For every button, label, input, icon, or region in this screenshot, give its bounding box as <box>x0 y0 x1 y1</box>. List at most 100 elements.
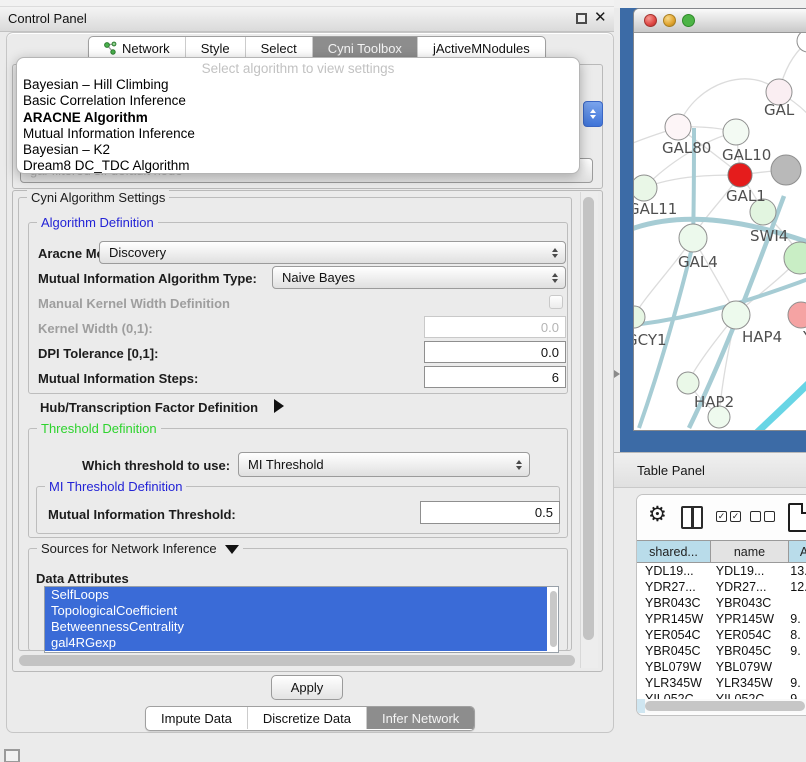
table-row[interactable]: YLR345W YLR345W 9. <box>637 675 806 691</box>
combo-stepper-icon <box>549 242 561 263</box>
list-item-selected[interactable]: SelfLoops <box>45 587 547 603</box>
table-rows: YDL19... YDL19... 13... YDR27... YDR27..… <box>637 563 806 700</box>
node-green-right[interactable] <box>784 242 806 274</box>
aracne-mode-combo[interactable]: Discovery <box>99 241 566 264</box>
apply-button-label: Apply <box>291 680 324 695</box>
close-icon[interactable]: ✕ <box>594 8 607 26</box>
manual-kernel-checkbox[interactable] <box>549 295 563 309</box>
stepper-down-icon <box>590 115 596 119</box>
table-cell: 9. <box>782 612 806 626</box>
vscrollbar-thumb[interactable] <box>583 197 594 640</box>
column-header-name[interactable]: name <box>711 541 789 563</box>
table-row[interactable]: YDR27... YDR27... 12... <box>637 579 806 595</box>
application-window: Control Panel ✕ Network Style Select Cyn… <box>0 0 806 762</box>
threshold-definition-title: Threshold Definition <box>37 421 161 436</box>
column-header-shared[interactable]: shared... <box>637 541 711 563</box>
table-cell: YPR145W <box>708 612 783 626</box>
close-window-icon[interactable] <box>644 14 657 27</box>
table-hscrollbar-thumb[interactable] <box>645 701 805 711</box>
hscrollbar-thumb[interactable] <box>19 655 575 666</box>
table-cell: YLR345W <box>708 676 783 690</box>
list-item-selected[interactable]: gal4RGexp <box>45 635 547 651</box>
mi-steps-field[interactable]: 6 <box>424 366 566 388</box>
popup-item[interactable]: Bayesian – K2 <box>17 142 579 158</box>
node-partial-top[interactable] <box>797 33 806 52</box>
table-cell: YBL079W <box>637 660 708 674</box>
table-cell: YBR043C <box>637 596 708 610</box>
minimize-window-icon[interactable] <box>663 14 676 27</box>
node-label: GAL10 <box>722 146 771 164</box>
mi-type-combo[interactable]: Naive Bayes <box>272 266 566 289</box>
float-window-icon[interactable] <box>576 13 587 24</box>
table-row[interactable]: YER054C YER054C 8. <box>637 627 806 643</box>
node-gal4[interactable] <box>679 224 707 252</box>
scroll-corner-left <box>637 699 645 713</box>
gear-icon[interactable]: ⚙ <box>648 502 667 527</box>
node-hap4[interactable] <box>722 301 750 329</box>
node-gal1-highlighted[interactable] <box>728 163 752 187</box>
list-item-selected[interactable]: BetweennessCentrality <box>45 619 547 635</box>
table-panel-title: Table Panel <box>637 463 705 478</box>
network-window-titlebar[interactable] <box>634 9 806 33</box>
kernel-width-value: 0.0 <box>541 320 559 335</box>
algorithm-combo-stepper[interactable] <box>583 101 603 127</box>
node-label: GAL4 <box>678 253 718 271</box>
tab-style[interactable]: Style <box>185 37 245 59</box>
popup-item-selected[interactable]: ARACNE Algorithm <box>17 110 579 126</box>
list-item-selected[interactable]: TopologicalCoefficient <box>45 603 547 619</box>
sources-group-title[interactable]: Sources for Network Inference <box>37 541 243 556</box>
sources-title-text: Sources for Network Inference <box>41 541 217 556</box>
node-gal11[interactable] <box>634 175 657 201</box>
popup-item[interactable]: Bayesian – Hill Climbing <box>17 77 579 93</box>
tab-network[interactable]: Network <box>89 37 185 59</box>
mi-type-value: Naive Bayes <box>282 270 355 285</box>
popup-item[interactable]: Mutual Information Inference <box>17 126 579 142</box>
table-row[interactable]: YBR043C YBR043C <box>637 595 806 611</box>
tab-jactivemnodules[interactable]: jActiveMNodules <box>417 37 545 59</box>
dpi-tolerance-field[interactable]: 0.0 <box>424 341 566 363</box>
tab-discretize-data[interactable]: Discretize Data <box>247 707 366 729</box>
popup-item[interactable]: Basic Correlation Inference <box>17 93 579 109</box>
kernel-width-field[interactable]: 0.0 <box>424 316 566 338</box>
network-edge-cyan <box>744 376 806 430</box>
column-header-partial[interactable]: A <box>789 541 806 563</box>
tab-infer-network[interactable]: Infer Network <box>366 707 474 729</box>
table-row[interactable]: YPR145W YPR145W 9. <box>637 611 806 627</box>
apply-button[interactable]: Apply <box>271 675 343 700</box>
node-gray[interactable] <box>771 155 801 185</box>
table-row[interactable]: YBR045C YBR045C 9. <box>637 643 806 659</box>
tab-select[interactable]: Select <box>245 37 312 59</box>
select-all-checks-icon[interactable]: ✓ ✓ <box>716 511 741 522</box>
table-row[interactable]: YDL19... YDL19... 13... <box>637 563 806 579</box>
column-header-label: A <box>800 545 806 559</box>
data-attributes-list[interactable]: SelfLoops TopologicalCoefficient Between… <box>44 586 559 653</box>
expand-right-icon[interactable] <box>274 399 284 413</box>
node-hap2[interactable] <box>677 372 699 394</box>
tab-cyni-toolbox[interactable]: Cyni Toolbox <box>312 37 417 59</box>
node-y-partial[interactable] <box>788 302 806 328</box>
table-row[interactable]: YBL079W YBL079W <box>637 659 806 675</box>
zoom-window-icon[interactable] <box>682 14 695 27</box>
node-gal10[interactable] <box>723 119 749 145</box>
popup-item[interactable]: Dream8 DC_TDC Algorithm <box>17 158 579 174</box>
tab-impute-data[interactable]: Impute Data <box>146 707 247 729</box>
deselect-all-checks-icon[interactable] <box>750 511 775 522</box>
mi-threshold-field[interactable]: 0.5 <box>420 501 560 524</box>
mi-steps-value: 6 <box>552 370 559 385</box>
which-threshold-combo[interactable]: MI Threshold <box>238 452 530 477</box>
list-scrollbar-thumb[interactable] <box>550 591 557 647</box>
table-cell: YPR145W <box>637 612 708 626</box>
control-panel: Control Panel ✕ Network Style Select Cyn… <box>0 0 614 762</box>
mi-threshold-label: Mutual Information Threshold: <box>48 507 236 522</box>
node-gal80[interactable] <box>665 114 691 140</box>
kernel-width-label: Kernel Width (0,1): <box>38 321 153 336</box>
mi-threshold-group-title: MI Threshold Definition <box>45 479 186 494</box>
columns-icon[interactable] <box>681 506 703 529</box>
hub-definition-toggle[interactable]: Hub/Transcription Factor Definition <box>40 400 258 415</box>
network-canvas[interactable]: GAL GAL80 GAL10 GAL1 GAL11 SWI4 GAL4 GCY… <box>634 33 806 430</box>
file-icon[interactable] <box>788 503 806 532</box>
which-threshold-label: Which threshold to use: <box>82 458 230 473</box>
algorithm-dropdown-popup: Select algorithm to view settings Bayesi… <box>16 57 580 174</box>
minimized-panel-icon[interactable] <box>4 749 20 762</box>
which-threshold-value: MI Threshold <box>248 457 324 472</box>
